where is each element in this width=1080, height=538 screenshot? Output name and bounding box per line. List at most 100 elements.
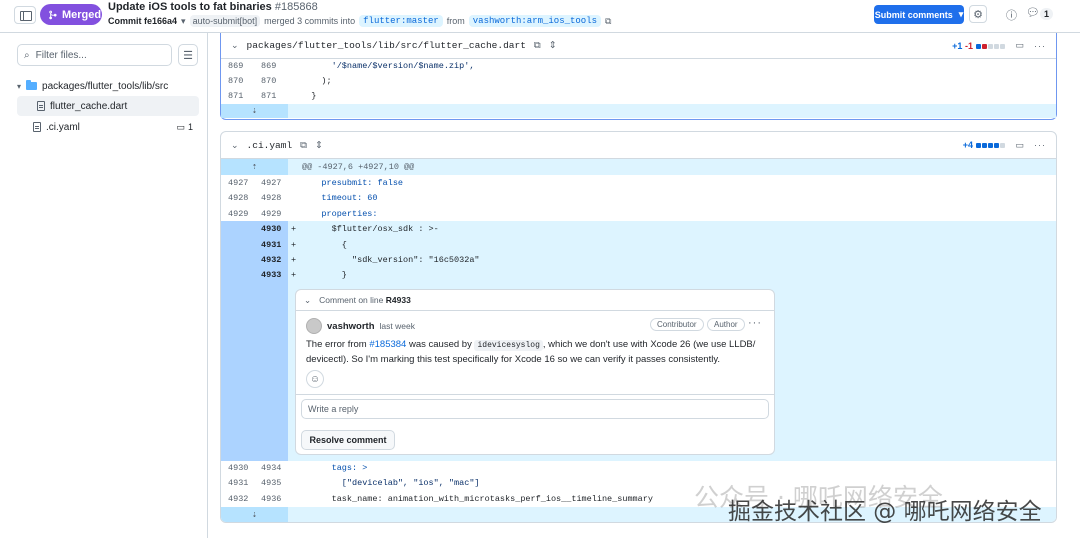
- review-comment-thread: ⌄ Comment on line R4933 vashworth last w…: [295, 289, 775, 455]
- merged-text: merged 3 commits into: [264, 16, 356, 26]
- old-line-number[interactable]: 4927: [221, 178, 254, 188]
- contributor-badge: Contributor: [650, 318, 704, 331]
- chevron-down-icon[interactable]: ⌄: [231, 40, 239, 51]
- diff-line-added: 4930 + $flutter/osx_sdk : >-: [221, 221, 1056, 237]
- code-text: tags: >: [301, 462, 368, 473]
- expand-icon[interactable]: ⇕: [549, 40, 557, 51]
- tree-file-ci-yaml[interactable]: .ci.yaml ▭ 1: [17, 117, 199, 137]
- folder-label: packages/flutter_tools/lib/src: [42, 80, 169, 92]
- file-path[interactable]: packages/flutter_tools/lib/src/flutter_c…: [247, 40, 526, 51]
- new-line-number[interactable]: 4928: [254, 193, 287, 203]
- old-line-number[interactable]: 870: [221, 76, 254, 86]
- comment-time[interactable]: last week: [380, 321, 415, 331]
- diff-line: 4927 4927 presubmit: false: [221, 175, 1056, 191]
- additions-count: +1: [952, 40, 963, 51]
- old-line-number[interactable]: 4928: [221, 193, 254, 203]
- comment-icon[interactable]: ▭: [1015, 40, 1024, 51]
- diff-sign: +: [291, 223, 297, 234]
- code-text: "sdk_version": "16c5032a": [301, 254, 480, 265]
- copy-icon[interactable]: ⧉: [534, 40, 541, 51]
- author-bot[interactable]: auto-submit[bot]: [189, 15, 261, 27]
- new-line-number[interactable]: 4933: [254, 270, 287, 280]
- kebab-menu-icon[interactable]: ···: [1034, 41, 1046, 51]
- expand-up-icon[interactable]: ⇡: [221, 159, 288, 175]
- sidebar-toggle-icon[interactable]: [14, 6, 36, 24]
- comment-text: was caused by: [408, 339, 472, 350]
- new-line-number[interactable]: 4932: [254, 255, 287, 265]
- filter-files-field[interactable]: ⌕: [17, 44, 172, 66]
- merged-label: Merged: [62, 8, 102, 21]
- chevron-down-icon[interactable]: ⌄: [231, 140, 239, 151]
- new-line-number[interactable]: 4934: [254, 463, 287, 473]
- watermark-2: 掘金技术社区 @ 哪吒网络安全: [728, 499, 1042, 525]
- comment-icon[interactable]: ▭: [1015, 140, 1024, 151]
- pr-title-text: Update iOS tools to fat binaries: [108, 1, 272, 13]
- expand-icon[interactable]: ⇕: [315, 140, 323, 151]
- head-branch[interactable]: vashworth:arm_ios_tools: [468, 15, 602, 27]
- merged-status-badge: Merged: [40, 4, 102, 25]
- hunk-text: @@ -4927,6 +4927,10 @@: [302, 162, 415, 172]
- old-line-number[interactable]: 4929: [221, 209, 254, 219]
- tree-file-flutter-cache[interactable]: flutter_cache.dart: [17, 96, 199, 116]
- issue-link[interactable]: #185384: [369, 339, 406, 350]
- diff-line-added: 4932 + "sdk_version": "16c5032a": [221, 252, 1056, 268]
- gear-icon[interactable]: ⚙: [969, 5, 987, 23]
- new-line-number[interactable]: 869: [254, 61, 287, 71]
- author-badge: Author: [707, 318, 745, 331]
- new-line-number[interactable]: 870: [254, 76, 287, 86]
- new-line-number[interactable]: 4935: [254, 478, 287, 488]
- smiley-icon[interactable]: ☺: [306, 370, 324, 388]
- new-line-number[interactable]: 4929: [254, 209, 287, 219]
- new-line-number[interactable]: 4930: [254, 224, 287, 234]
- from-text: from: [446, 16, 465, 26]
- filter-icon[interactable]: ☰: [178, 44, 198, 66]
- code-text: ["devicelab", "ios", "mac"]: [301, 477, 480, 488]
- comment-icon: ▭: [176, 121, 185, 132]
- code-text: {: [301, 239, 347, 250]
- submit-comments-button[interactable]: Submit comments ▾: [874, 5, 964, 24]
- copy-icon[interactable]: ⧉: [300, 140, 307, 151]
- comment-icon[interactable]: 💬︎: [1026, 6, 1040, 19]
- diff-line: 870 870 );: [221, 73, 1056, 89]
- filter-files-input[interactable]: [35, 49, 156, 61]
- expand-down-icon[interactable]: ⇣: [221, 507, 288, 522]
- file-icon: [33, 122, 41, 132]
- avatar[interactable]: [306, 318, 322, 334]
- new-line-number[interactable]: 4931: [254, 240, 287, 250]
- kebab-menu-icon[interactable]: ···: [748, 317, 762, 329]
- commit-selector[interactable]: Commit fe166a4: [108, 16, 177, 26]
- diff-line: 869 869 '/$name/$version/$name.zip',: [221, 58, 1056, 74]
- old-line-number[interactable]: 4932: [221, 494, 254, 504]
- old-line-number[interactable]: 871: [221, 91, 254, 101]
- chevron-down-icon[interactable]: ▾: [181, 16, 186, 27]
- new-line-number[interactable]: 4927: [254, 178, 287, 188]
- file-label: flutter_cache.dart: [50, 100, 128, 112]
- old-line-number[interactable]: 4930: [221, 463, 254, 473]
- file-icon: [37, 101, 45, 111]
- new-line-number[interactable]: 871: [254, 91, 287, 101]
- old-line-number[interactable]: 4931: [221, 478, 254, 488]
- resolve-comment-button[interactable]: Resolve comment: [301, 430, 395, 450]
- commit-line: Commit fe166a4 ▾ auto-submit[bot] merged…: [108, 15, 611, 27]
- diff-line: 871 871 }: [221, 88, 1056, 104]
- file-label: .ci.yaml: [46, 121, 80, 133]
- pr-number: #185868: [274, 1, 318, 13]
- comment-author[interactable]: vashworth: [327, 321, 375, 332]
- kebab-menu-icon[interactable]: ···: [1034, 140, 1046, 150]
- additions-count: +4: [962, 140, 973, 150]
- chevron-down-icon[interactable]: ⌄: [304, 295, 311, 306]
- base-branch[interactable]: flutter:master: [359, 15, 443, 27]
- code-text: task_name: animation_with_microtasks_per…: [301, 493, 653, 504]
- old-line-number[interactable]: 869: [221, 61, 254, 71]
- info-icon[interactable]: ⓘ: [1006, 7, 1017, 23]
- tree-folder[interactable]: ▾ packages/flutter_tools/lib/src: [17, 76, 199, 96]
- expand-down-icon[interactable]: ⇣: [221, 104, 288, 118]
- new-line-number[interactable]: 4936: [254, 494, 287, 504]
- file-path[interactable]: .ci.yaml: [247, 140, 293, 151]
- inline-code: idevicesyslog: [474, 340, 543, 351]
- copy-icon[interactable]: ⧉: [605, 16, 611, 27]
- comment-count: 1: [1040, 8, 1054, 20]
- chevron-down-icon[interactable]: ▾: [17, 82, 21, 91]
- code-text: }: [301, 269, 347, 280]
- reply-input[interactable]: Write a reply: [301, 399, 769, 419]
